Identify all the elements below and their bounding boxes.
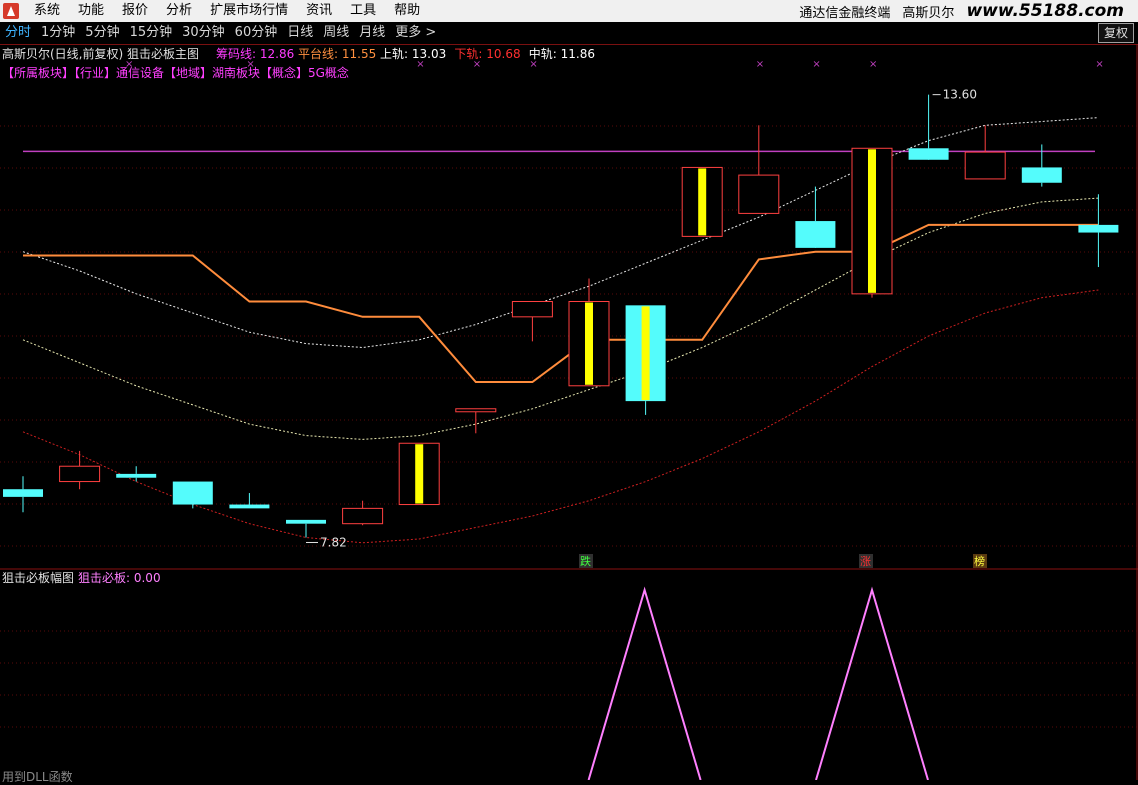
limit-bar — [641, 306, 650, 401]
candle-body-up[interactable] — [455, 408, 497, 413]
menu-item-5[interactable]: 资讯 — [297, 0, 341, 22]
menu-item-3[interactable]: 分析 — [157, 0, 201, 22]
period-tab-bar: 分时 1分钟 5分钟 15分钟 30分钟 60分钟 日线 周线 月线 更多 > — [0, 22, 1138, 45]
limit-up-bar — [698, 168, 707, 236]
middle-band-line — [22, 197, 1099, 440]
candle-body-up[interactable] — [342, 507, 384, 525]
indicator-label-4: 中轨: 11.86 — [529, 46, 595, 61]
menu-item-0[interactable]: 系统 — [25, 0, 69, 22]
candle-body-up[interactable] — [511, 301, 553, 318]
candle-body-down[interactable] — [3, 489, 43, 497]
candle-body-up[interactable] — [59, 465, 101, 483]
indicator-label-3: 下轨: 10.68 — [454, 47, 520, 61]
period-tab-2[interactable]: 5分钟 — [80, 22, 124, 44]
menu-item-1[interactable]: 功能 — [69, 0, 113, 22]
period-tab-8[interactable]: 月线 — [354, 22, 390, 44]
period-tab-4[interactable]: 30分钟 — [177, 22, 230, 44]
candle-body-up[interactable] — [964, 151, 1006, 180]
signal-peak-line-1 — [815, 586, 929, 780]
menu-item-6[interactable]: 工具 — [341, 0, 385, 22]
candle-body-down[interactable] — [1021, 167, 1062, 183]
top-marker-7: × — [869, 59, 877, 70]
top-marker-8: × — [1095, 59, 1103, 70]
signal-tag-0: 跌 — [580, 554, 591, 568]
candle-body-up[interactable] — [738, 174, 780, 214]
signal-peak-line-0 — [587, 586, 702, 780]
top-marker-3: × — [473, 59, 481, 70]
period-tab-5[interactable]: 60分钟 — [230, 22, 283, 44]
signal-tag-1: 涨 — [860, 555, 871, 568]
limit-up-bar — [415, 444, 424, 504]
lower-band-line — [22, 289, 1099, 544]
menu-items: 系统 功能 报价 分析 扩展市场行情 资讯 工具 帮助 — [25, 0, 429, 22]
top-marker-2: × — [416, 59, 424, 70]
signal-tag-2: 榜 — [974, 554, 985, 568]
top-marker-4: × — [529, 59, 537, 70]
candle-body-down[interactable] — [116, 473, 157, 478]
candle-body-down[interactable] — [286, 519, 326, 524]
candle-body-down[interactable] — [795, 221, 836, 248]
period-tab-0[interactable]: 分时 — [0, 22, 36, 44]
sector-info-line: 【所属板块】【行业】通信设备【地域】湖南板块【概念】5G概念 — [2, 65, 349, 80]
candle-body-down[interactable] — [172, 481, 213, 505]
menu-item-4[interactable]: 扩展市场行情 — [201, 0, 297, 22]
app-title: 通达信金融终端 — [799, 5, 891, 21]
stock-name: 高斯贝尔 — [902, 5, 955, 21]
sub-chart-value: 狙击必板: 0.00 — [78, 571, 161, 585]
period-tab-6[interactable]: 日线 — [282, 22, 318, 44]
low-price-label: 7.82 — [320, 535, 347, 549]
sub-chart-title: 狙击必板幅图 — [2, 570, 74, 585]
limit-up-bar — [585, 302, 593, 385]
main-chart-title: 高斯贝尔(日线,前复权) 狙击必板主图 — [2, 46, 199, 61]
candle-body-down[interactable] — [229, 504, 270, 509]
limit-up-bar — [868, 149, 876, 293]
menu-right: 通达信金融终端 高斯贝尔 www.55188.com — [793, 0, 1138, 22]
indicator-label-1: 平台线: 11.55 — [298, 46, 376, 61]
candle-body-down[interactable] — [908, 148, 949, 160]
top-marker-0: × — [125, 59, 133, 70]
top-marker-6: × — [812, 59, 820, 70]
menu-item-2[interactable]: 报价 — [113, 0, 157, 22]
indicator-label-2: 上轨: 13.03 — [380, 47, 446, 61]
watermark-text: www.55188.com — [966, 1, 1124, 21]
period-tab-3[interactable]: 15分钟 — [125, 22, 178, 44]
app-logo-icon — [3, 3, 19, 19]
top-marker-1: × — [246, 59, 254, 70]
high-price-label: 13.60 — [943, 88, 977, 102]
indicator-label-0: 筹码线: 12.86 — [216, 47, 294, 61]
candle-body-down[interactable] — [1078, 224, 1119, 233]
bottom-status-text: 用到DLL函数 — [2, 770, 73, 784]
top-marker-5: × — [756, 59, 764, 70]
period-tab-9[interactable]: 更多 > — [390, 22, 441, 44]
platform-line — [23, 223, 1099, 383]
chart-area[interactable]: 高斯贝尔(日线,前复权) 狙击必板主图 筹码线: 12.86 平台线: 11.55 上… — [0, 44, 1138, 780]
menu-item-7[interactable]: 帮助 — [385, 0, 429, 22]
period-tab-1[interactable]: 1分钟 — [36, 22, 80, 44]
fuquan-button[interactable]: 复权 — [1097, 23, 1134, 43]
period-tab-7[interactable]: 周线 — [318, 22, 354, 44]
menu-bar: 系统 功能 报价 分析 扩展市场行情 资讯 工具 帮助 通达信金融终端 高斯贝尔 www.55… — [0, 0, 1138, 23]
